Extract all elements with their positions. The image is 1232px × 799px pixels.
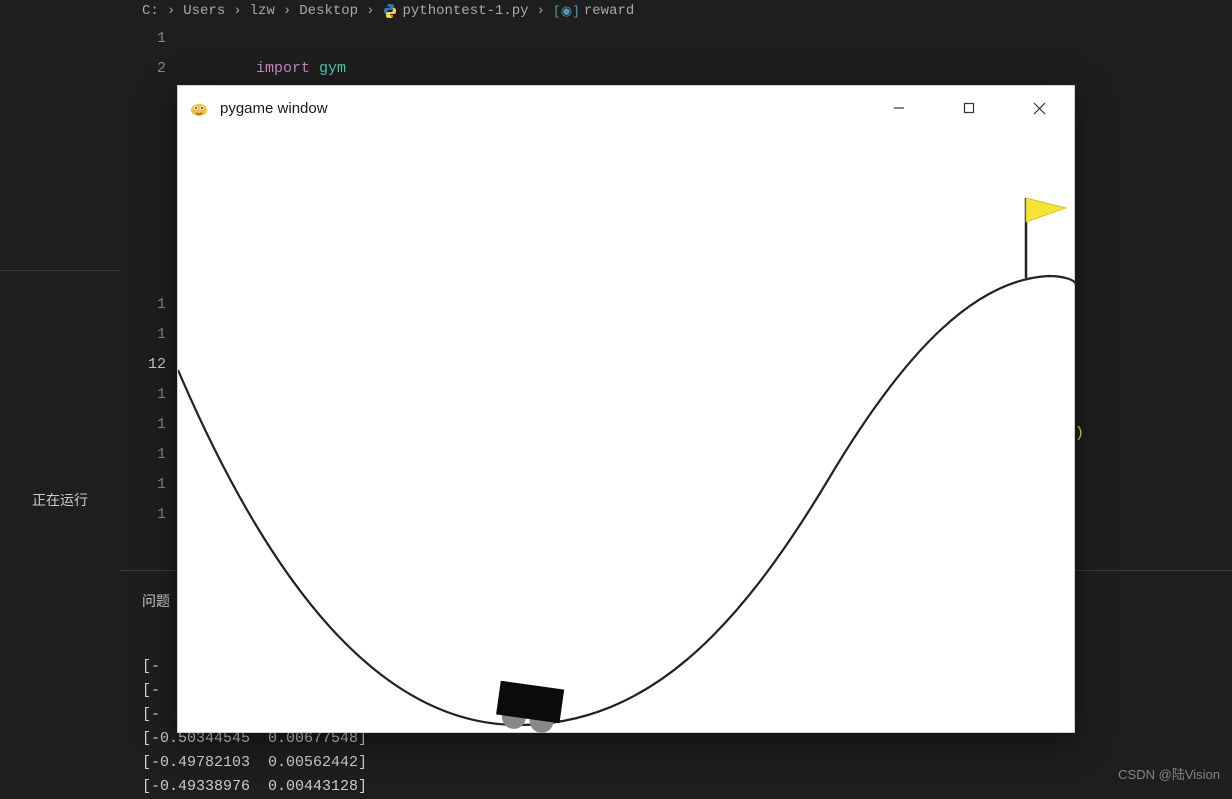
breadcrumb-seg-users[interactable]: Users — [183, 3, 225, 19]
line-number: 1 — [120, 500, 178, 530]
watermark: CSDN @陆Vision — [1118, 764, 1220, 783]
pygame-icon — [188, 97, 210, 119]
maximize-button[interactable] — [934, 86, 1004, 130]
line-number: 1 — [120, 440, 178, 470]
output-line: [- — [142, 706, 160, 723]
line-number: 1 — [120, 290, 178, 320]
module-gym: gym — [310, 60, 346, 77]
line-number: 2 — [120, 54, 178, 84]
breadcrumb-seg-symbol[interactable]: [◉] reward — [553, 3, 634, 19]
chevron-right-icon: › — [366, 3, 374, 19]
line-number: 1 — [120, 380, 178, 410]
output-line: [- — [142, 682, 160, 699]
breadcrumb-seg-user[interactable]: lzw — [250, 3, 275, 19]
output-line: [-0.49338976 0.00443128] — [142, 778, 367, 795]
symbol-variable-icon: [◉] — [553, 4, 580, 19]
breadcrumb-drive-label: C: — [142, 3, 159, 19]
line-number: 1 — [120, 24, 178, 54]
run-status-label: 正在运行 — [0, 490, 120, 510]
mountain-car — [494, 681, 564, 734]
breadcrumb-seg-desktop[interactable]: Desktop — [299, 3, 358, 19]
output-line: [- — [142, 658, 160, 675]
chevron-right-icon: › — [283, 3, 291, 19]
tab-problems[interactable]: 问题 — [142, 595, 170, 611]
keyword-import: import — [256, 60, 310, 77]
line-number: 1 — [120, 470, 178, 500]
goal-flag-icon — [1026, 198, 1066, 222]
pygame-canvas — [178, 130, 1074, 732]
sidebar-divider — [0, 270, 120, 271]
breadcrumb-seg-drive[interactable]: C: — [142, 3, 159, 19]
window-titlebar[interactable]: pygame window — [178, 86, 1074, 130]
window-controls — [864, 86, 1074, 130]
line-number-gutter: 1 2 1 1 12 1 1 1 1 1 — [120, 24, 178, 530]
output-line: [-0.49782103 0.00562442] — [142, 754, 367, 771]
python-file-icon — [382, 3, 398, 19]
chevron-right-icon: › — [167, 3, 175, 19]
chevron-right-icon: › — [537, 3, 545, 19]
pygame-window[interactable]: pygame window — [177, 85, 1075, 733]
minimize-button[interactable] — [864, 86, 934, 130]
close-button[interactable] — [1004, 86, 1074, 130]
breadcrumb: C: › Users › lzw › Desktop › pythontest-… — [128, 0, 1232, 22]
mountain-curve — [178, 276, 1076, 725]
line-number: 12 — [120, 350, 178, 380]
chevron-right-icon: › — [233, 3, 241, 19]
window-title: pygame window — [220, 100, 328, 117]
line-number: 1 — [120, 410, 178, 440]
line-number: 1 — [120, 320, 178, 350]
breadcrumb-seg-file[interactable]: pythontest-1.py — [382, 3, 528, 19]
